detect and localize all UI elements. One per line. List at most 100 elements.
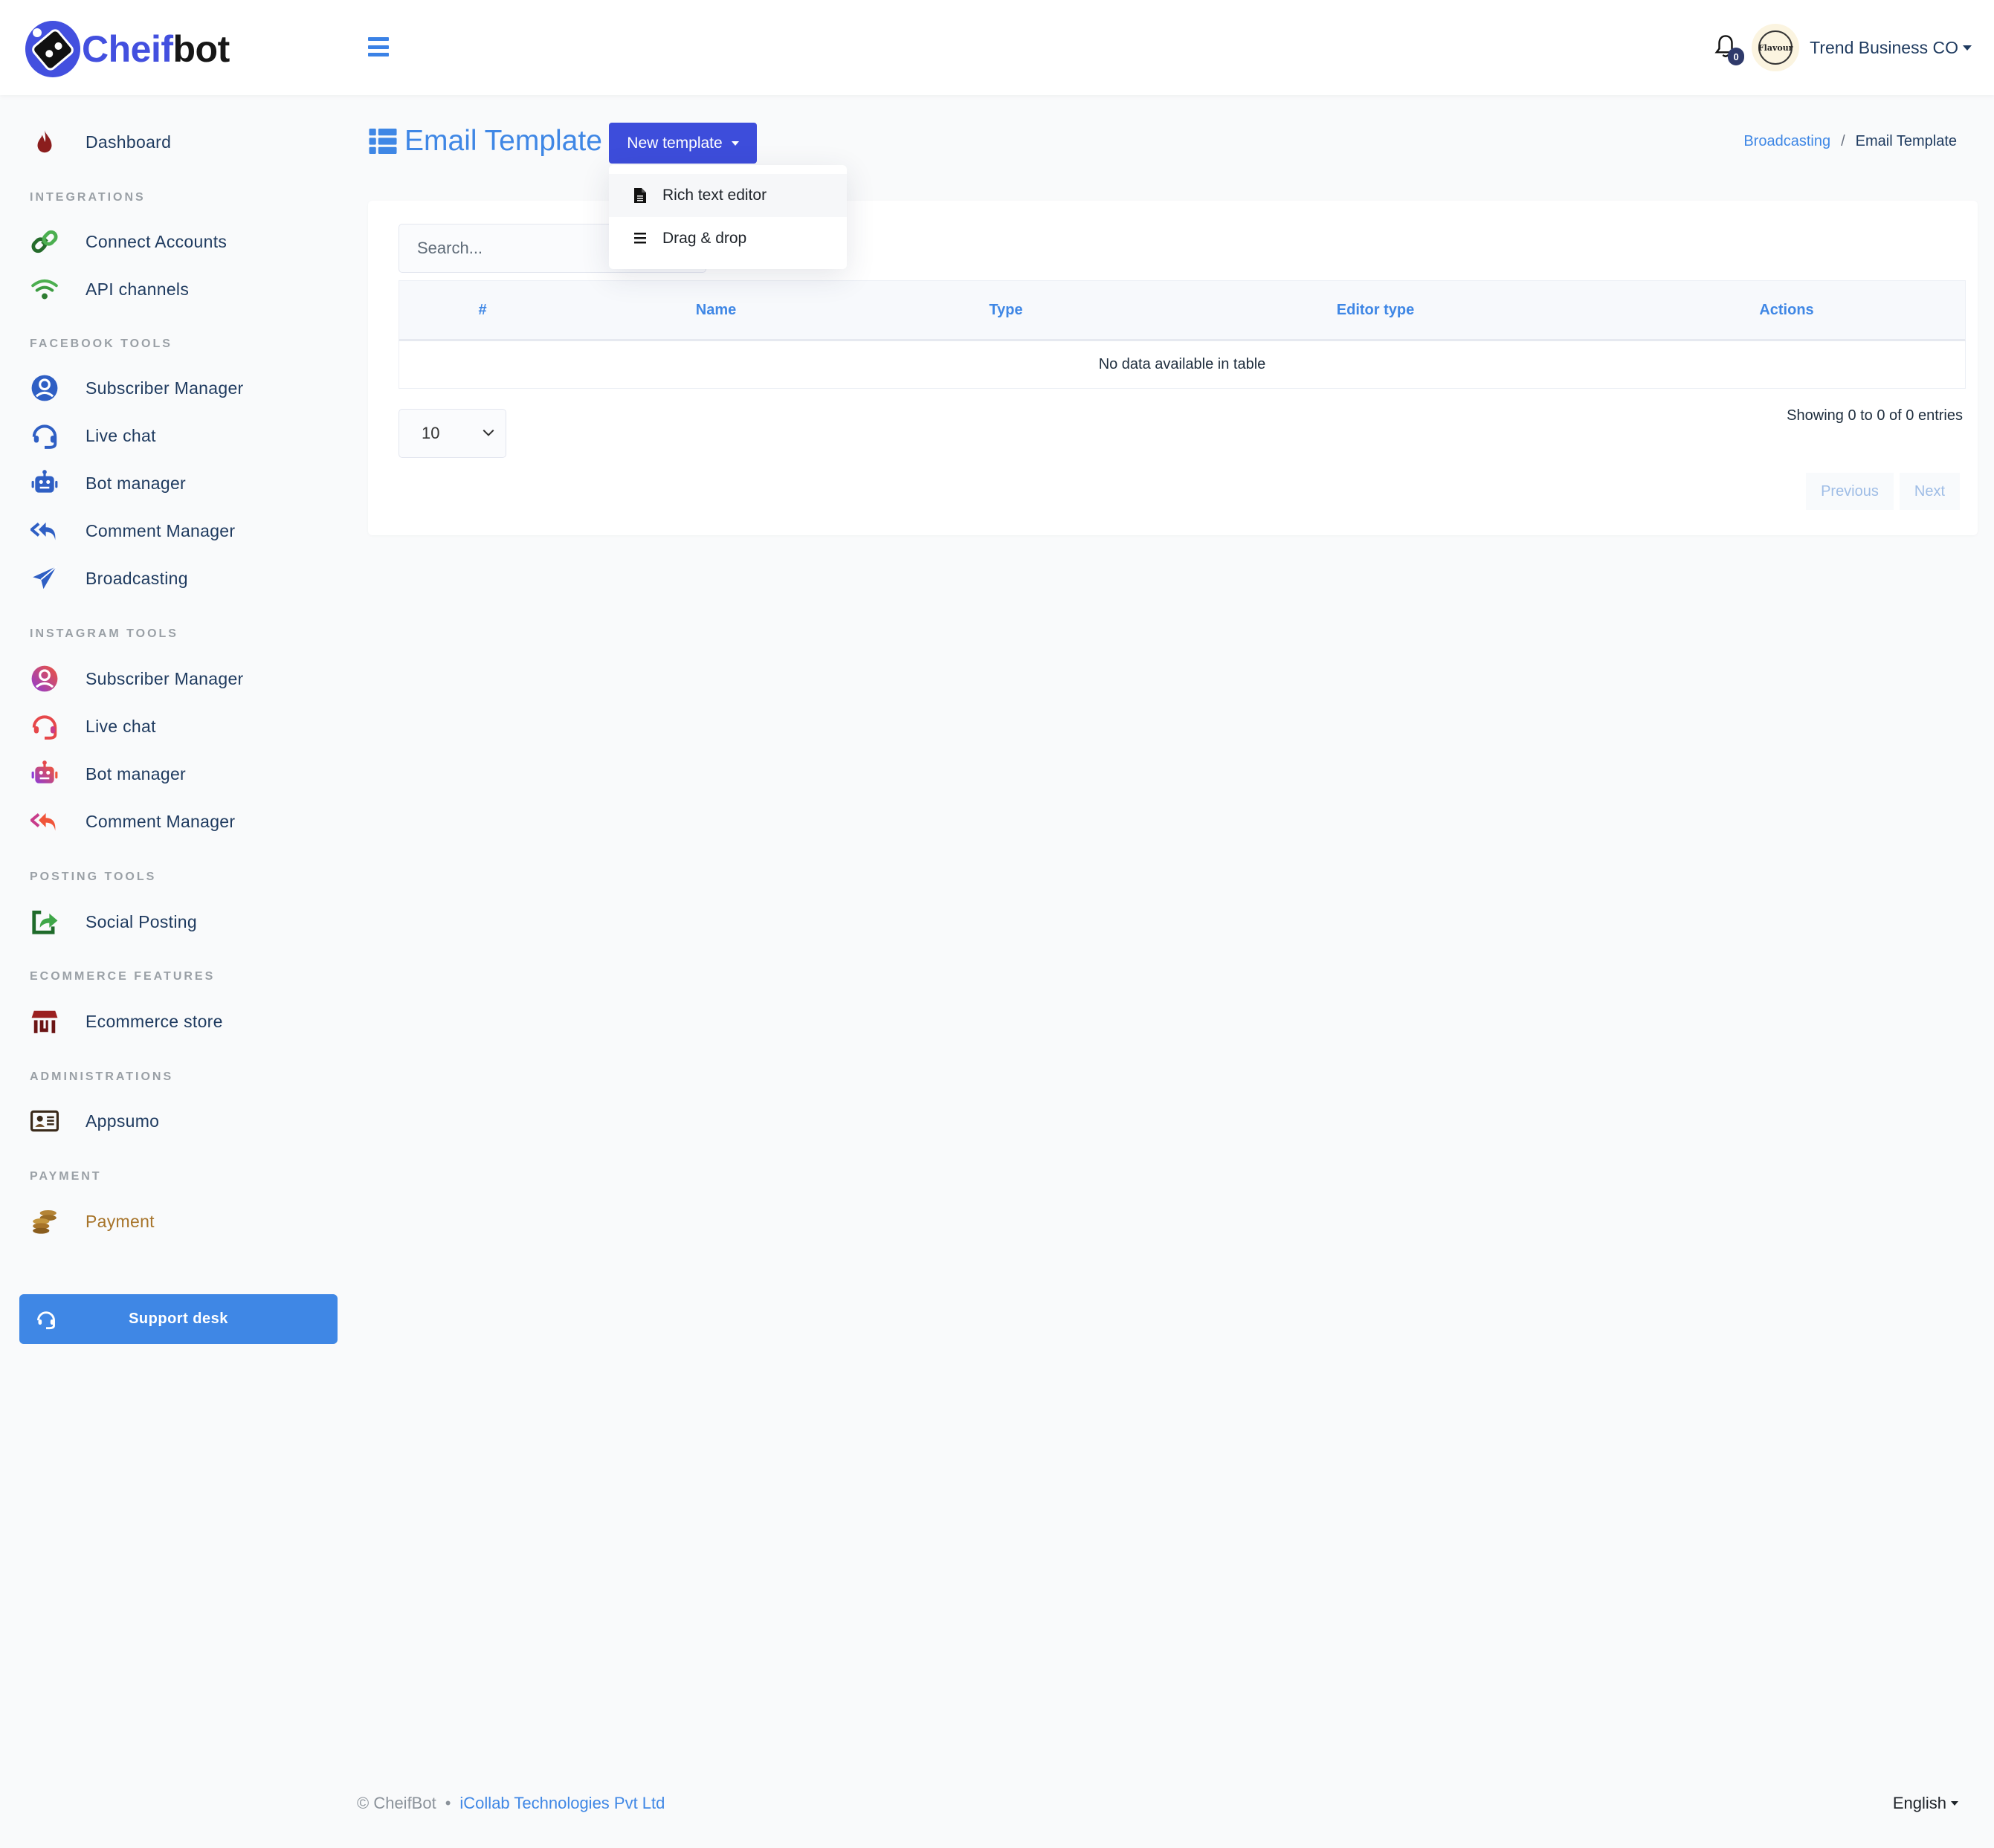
notification-count-badge: 0 bbox=[1728, 48, 1745, 65]
sidebar-item-label: Live chat bbox=[85, 716, 156, 736]
pagination: Previous Next bbox=[1800, 473, 1960, 510]
sidebar-item-fb-comment-manager[interactable]: Comment Manager bbox=[0, 508, 349, 553]
column-header-type[interactable]: Type bbox=[989, 281, 1022, 340]
sidebar-item-label: Comment Manager bbox=[85, 520, 236, 540]
sidebar-item-fb-subscriber-manager[interactable]: Subscriber Manager bbox=[0, 366, 349, 410]
list-icon bbox=[369, 129, 397, 154]
user-area: 0 Flavour Trend Business CO bbox=[1714, 24, 1972, 71]
caret-down-icon bbox=[731, 140, 739, 146]
sidebar-item-label: Live chat bbox=[85, 425, 156, 445]
sidebar-item-appsumo[interactable]: Appsumo bbox=[0, 1099, 349, 1143]
headset-icon bbox=[30, 421, 59, 450]
section-header-ecommerce-features: Ecommerce Features bbox=[30, 970, 216, 983]
sidebar-item-fb-bot-manager[interactable]: Bot manager bbox=[0, 461, 349, 505]
sidebar-item-label: Dashboard bbox=[85, 132, 172, 152]
section-header-administrations: Administrations bbox=[30, 1070, 174, 1083]
sidebar-item-label: Comment Manager bbox=[85, 811, 236, 831]
section-header-integrations: Integrations bbox=[30, 191, 146, 204]
new-template-button[interactable]: New template bbox=[609, 123, 757, 164]
section-header-posting-tools: Posting Tools bbox=[30, 870, 157, 883]
logo-icon bbox=[25, 21, 80, 77]
new-template-label: New template bbox=[627, 134, 723, 152]
page-length-select[interactable]: 10 bbox=[399, 409, 506, 458]
sidebar-item-connect-accounts[interactable]: Connect Accounts bbox=[0, 219, 349, 264]
sidebar-item-label: API channels bbox=[85, 279, 190, 299]
share-square-icon bbox=[30, 907, 59, 937]
table-info: Showing 0 to 0 of 0 entries bbox=[1787, 407, 1963, 424]
chevron-down-icon bbox=[483, 429, 494, 436]
brand-name-part2: bot bbox=[172, 28, 230, 70]
sidebar-item-ig-subscriber-manager[interactable]: Subscriber Manager bbox=[0, 656, 349, 701]
file-text-icon bbox=[634, 188, 646, 203]
next-page-button[interactable]: Next bbox=[1899, 473, 1960, 510]
sidebar-item-ig-bot-manager[interactable]: Bot manager bbox=[0, 752, 349, 796]
dropdown-item-label: Drag & drop bbox=[662, 230, 747, 247]
user-circle-icon bbox=[30, 373, 59, 403]
sidebar-item-label: Ecommerce store bbox=[85, 1011, 223, 1031]
sidebar-item-fb-live-chat[interactable]: Live chat bbox=[0, 413, 349, 458]
robot-icon bbox=[30, 759, 59, 789]
sidebar-item-broadcasting[interactable]: Broadcasting bbox=[0, 556, 349, 601]
column-header-index[interactable]: # bbox=[478, 281, 486, 340]
footer: © CheifBot • iCollab Technologies Pvt Lt… bbox=[357, 1794, 665, 1813]
support-desk-button[interactable]: Support desk bbox=[19, 1294, 338, 1344]
sidebar-item-ecommerce-store[interactable]: Ecommerce store bbox=[0, 999, 349, 1044]
paper-plane-icon bbox=[30, 563, 59, 593]
column-header-name[interactable]: Name bbox=[696, 281, 736, 340]
breadcrumb-broadcasting[interactable]: Broadcasting bbox=[1743, 133, 1830, 150]
robot-icon bbox=[30, 468, 59, 498]
page-title-text: Email Template bbox=[404, 125, 602, 157]
headset-icon bbox=[37, 1311, 55, 1330]
previous-page-button[interactable]: Previous bbox=[1806, 473, 1894, 510]
link-icon bbox=[30, 227, 59, 256]
sidebar-item-label: Subscriber Manager bbox=[85, 668, 244, 688]
notifications-button[interactable]: 0 bbox=[1714, 31, 1745, 65]
caret-down-icon bbox=[1963, 45, 1972, 51]
section-header-instagram-tools: Instagram Tools bbox=[30, 627, 178, 640]
sidebar-item-ig-comment-manager[interactable]: Comment Manager bbox=[0, 799, 349, 844]
dropdown-item-rich-text-editor[interactable]: Rich text editor bbox=[609, 174, 847, 217]
breadcrumb-current: Email Template bbox=[1855, 133, 1957, 149]
user-menu[interactable]: Trend Business CO bbox=[1810, 38, 1972, 58]
column-header-editor-type[interactable]: Editor type bbox=[1337, 281, 1414, 340]
reply-all-icon bbox=[30, 807, 59, 836]
section-header-payment: Payment bbox=[30, 1170, 102, 1183]
wifi-icon bbox=[30, 274, 59, 304]
brand-name: Cheifbot bbox=[82, 28, 230, 71]
footer-separator: • bbox=[445, 1794, 451, 1812]
sidebar-item-label: Bot manager bbox=[85, 473, 186, 493]
language-selector[interactable]: English bbox=[1893, 1794, 1958, 1813]
store-icon bbox=[30, 1007, 59, 1036]
sidebar-item-social-posting[interactable]: Social Posting bbox=[0, 899, 349, 944]
sidebar-item-label: Appsumo bbox=[85, 1111, 160, 1131]
column-header-actions[interactable]: Actions bbox=[1759, 281, 1813, 340]
section-header-facebook-tools: Facebook Tools bbox=[30, 337, 172, 350]
user-name: Trend Business CO bbox=[1810, 37, 1958, 57]
dropdown-item-label: Rich text editor bbox=[662, 187, 767, 204]
user-circle-icon bbox=[30, 664, 59, 694]
sidebar-item-label: Bot manager bbox=[85, 763, 186, 784]
sidebar-item-label: Payment bbox=[85, 1211, 155, 1231]
menu-toggle-icon[interactable] bbox=[368, 37, 389, 56]
sidebar-item-api-channels[interactable]: API channels bbox=[0, 267, 349, 311]
brand-logo[interactable]: Cheifbot bbox=[25, 21, 230, 77]
sidebar-item-ig-live-chat[interactable]: Live chat bbox=[0, 704, 349, 749]
caret-down-icon bbox=[1951, 1801, 1958, 1806]
new-template-dropdown: Rich text editor Drag & drop bbox=[609, 165, 847, 269]
sidebar-item-label: Broadcasting bbox=[85, 568, 188, 588]
sidebar-item-dashboard[interactable]: Dashboard bbox=[0, 120, 349, 164]
brand-name-part1: Cheif bbox=[82, 28, 173, 70]
sidebar-item-payment[interactable]: Payment bbox=[0, 1199, 349, 1244]
breadcrumb-separator: / bbox=[1841, 133, 1845, 149]
table-header: # Name Type Editor type Actions bbox=[399, 280, 1966, 341]
headset-icon bbox=[30, 711, 59, 741]
breadcrumb: Broadcasting / Email Template bbox=[1743, 133, 1957, 150]
page-title: Email Template bbox=[369, 125, 602, 158]
avatar[interactable]: Flavour bbox=[1752, 24, 1800, 71]
dropdown-item-drag-and-drop[interactable]: Drag & drop bbox=[609, 217, 847, 260]
company-link[interactable]: iCollab Technologies Pvt Ltd bbox=[459, 1794, 665, 1813]
fire-icon bbox=[30, 127, 59, 157]
avatar-logo: Flavour bbox=[1758, 30, 1793, 65]
empty-table-message: No data available in table bbox=[399, 341, 1966, 389]
language-label: English bbox=[1892, 1794, 1946, 1812]
